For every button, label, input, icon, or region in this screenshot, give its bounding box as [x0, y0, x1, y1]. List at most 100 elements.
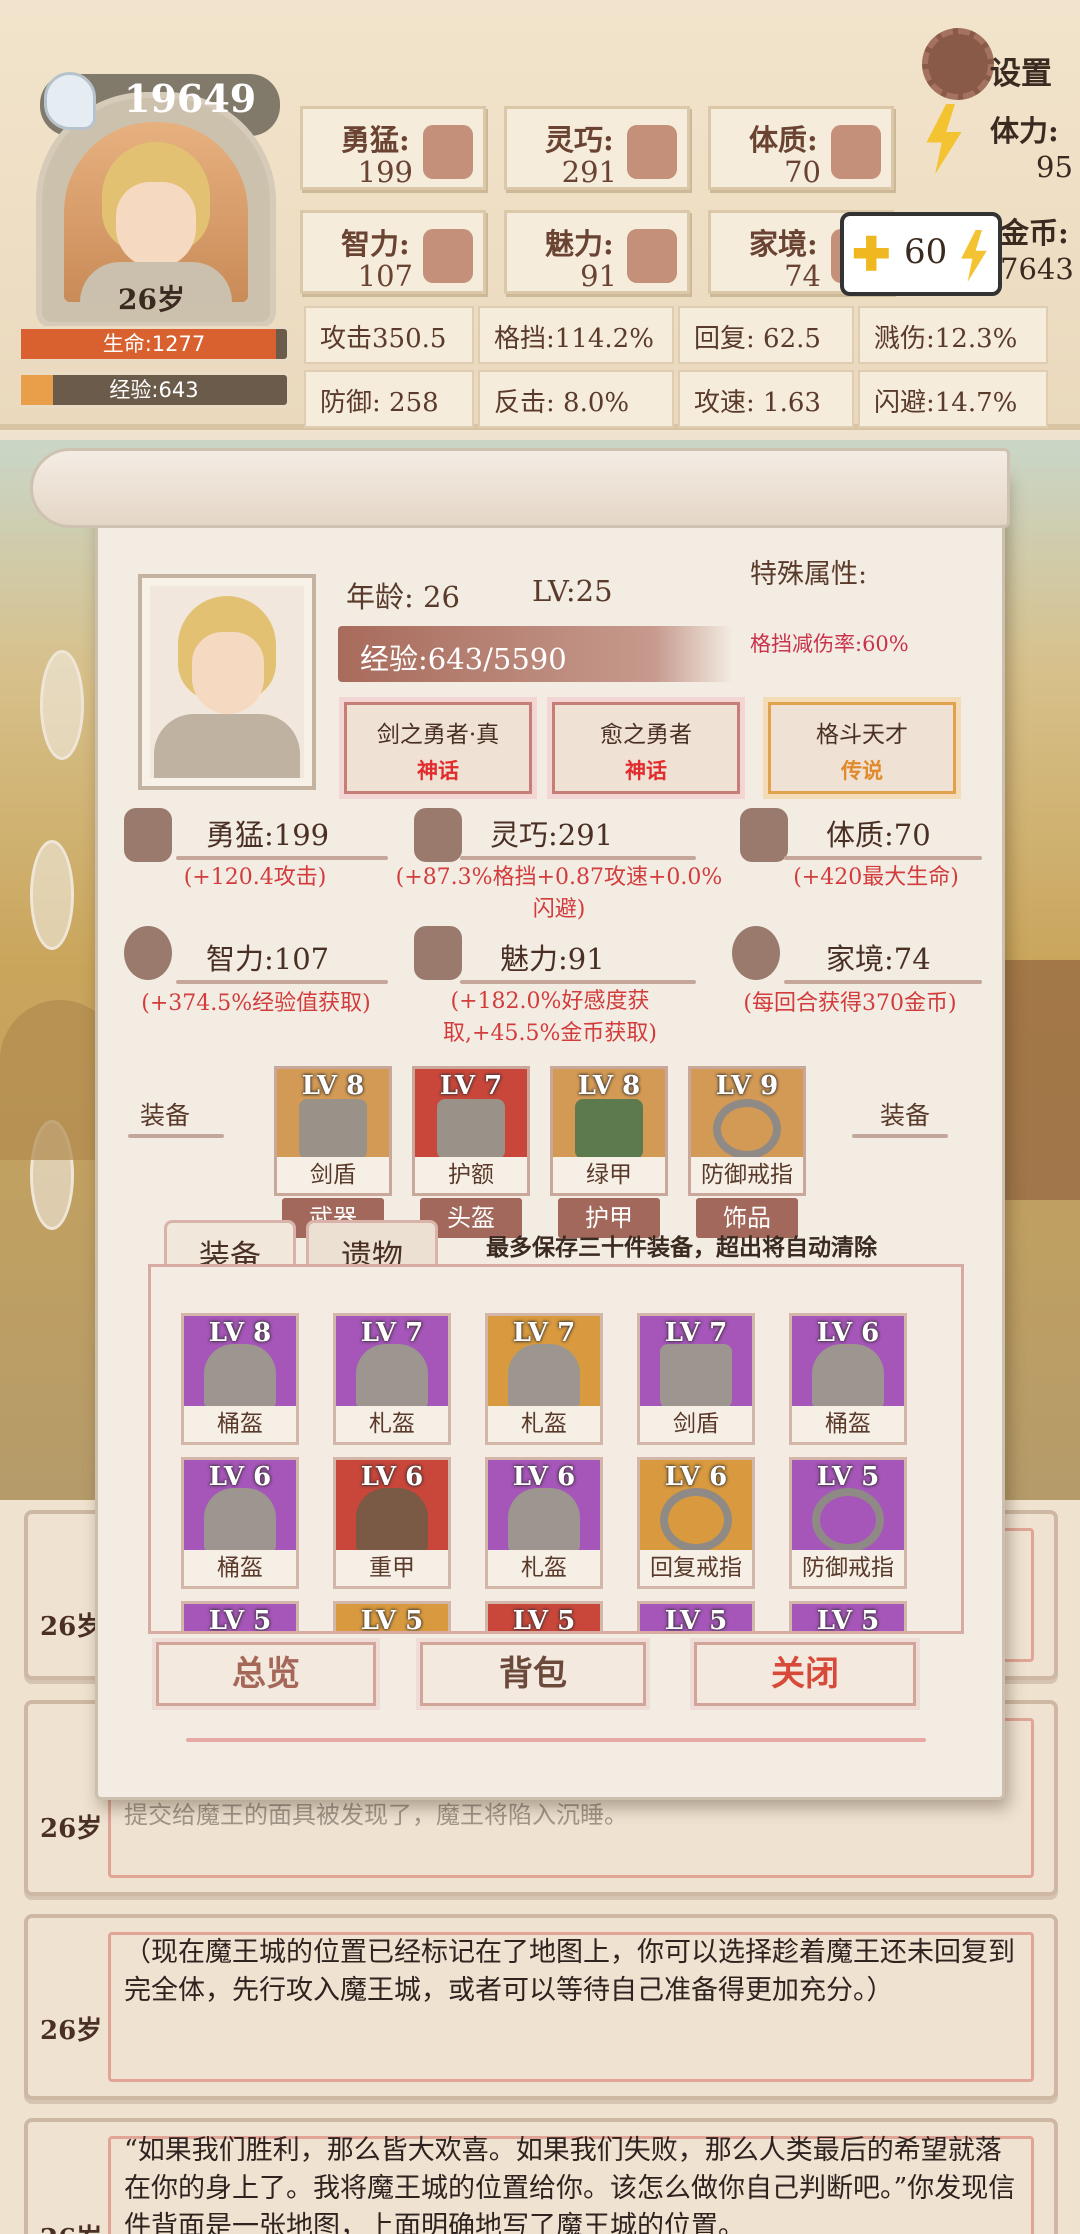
inventory-item[interactable]: LV 7 剑盾	[637, 1313, 755, 1445]
special-value: 格挡减伤率:60%	[750, 632, 909, 656]
exp-text: 经验:643	[109, 378, 199, 402]
stat-box-intelligence[interactable]: 智力: 107	[300, 210, 486, 294]
green-armor-icon	[575, 1099, 643, 1159]
equipped-armor[interactable]: LV 8 绿甲	[550, 1066, 668, 1196]
feather-icon	[40, 650, 84, 760]
sword-shield-icon	[660, 1344, 732, 1408]
log-age: 26岁	[40, 1612, 103, 1642]
log-age: 26岁	[40, 1814, 103, 1844]
stamina-label: 体力:	[990, 114, 1059, 148]
soul-icon	[44, 72, 96, 130]
inventory-item[interactable]: LV 6 重甲	[333, 1457, 451, 1589]
inventory-item[interactable]: LV 5	[485, 1601, 603, 1631]
close-button[interactable]: 关闭	[694, 1642, 916, 1706]
log-text: “如果我们胜利，那么皆大欢喜。如果我们失败，那么人类最后的希望就落在你的身上了。…	[124, 2135, 1016, 2234]
bucket-helm-icon	[204, 1344, 276, 1408]
heavy-armor-icon	[356, 1488, 428, 1552]
combat-splash: 溅伤:12.3%	[858, 306, 1048, 364]
stat-box-charm[interactable]: 魅力: 91	[504, 210, 690, 294]
stat-box-dexterity[interactable]: 灵巧: 291	[504, 106, 690, 190]
ring-icon	[812, 1488, 884, 1552]
attr-dexterity: 灵巧:291	[490, 818, 614, 852]
lotus-icon	[627, 229, 677, 283]
exp-bar: 经验:643	[18, 372, 290, 408]
special-title: 特殊属性:	[750, 559, 868, 590]
lightning-icon	[926, 104, 962, 174]
inventory-item[interactable]: LV 6 札盔	[485, 1457, 603, 1589]
bubble-value: 60	[904, 232, 948, 272]
score-value: 19649	[124, 76, 257, 121]
gold-value: 7643	[1000, 252, 1074, 286]
hp-bar: 生命:1277	[18, 326, 290, 362]
inventory-item[interactable]: LV 5	[637, 1601, 755, 1631]
age-label: 26岁	[118, 283, 185, 316]
cloak-icon	[414, 808, 462, 862]
stamina-value: 95	[1036, 150, 1073, 184]
attr-bravery-bonus: (+120.4攻击)	[183, 865, 327, 890]
combat-attack: 攻击350.5	[304, 306, 474, 364]
arm-icon	[831, 125, 881, 179]
title-card[interactable]: 格斗天才 传说	[768, 702, 956, 794]
equipped-weapon[interactable]: LV 8 剑盾	[274, 1066, 392, 1196]
log-age: 26岁	[40, 2016, 103, 2046]
scale-helm-icon	[356, 1344, 428, 1408]
attr-charm-bonus: (+182.0%好感度获取,+45.5%金币获取)	[443, 989, 657, 1046]
combat-regen: 回复: 62.5	[678, 306, 854, 364]
stamina-add-bubble[interactable]: ✚ 60	[840, 212, 1002, 296]
stat-box-constitution[interactable]: 体质: 70	[708, 106, 894, 190]
lotus-icon	[414, 926, 462, 980]
log-text: （现在魔王城的位置已经标记在了地图上，你可以选择趁着魔王还未回复到完全体，先行攻…	[124, 1937, 1015, 2006]
stat-box-bravery[interactable]: 勇猛: 199	[300, 106, 486, 190]
feather-icon	[30, 840, 74, 950]
attr-dexterity-bonus: (+87.3%格挡+0.87攻速+0.0%闪避)	[395, 865, 723, 922]
scale-helm-icon	[508, 1344, 580, 1408]
equip-side-label: 装备	[140, 1101, 191, 1130]
inventory-item[interactable]: LV 7 札盔	[485, 1313, 603, 1445]
inventory-notice: 最多保存三十件装备，超出将自动清除	[486, 1234, 877, 1261]
inventory-item[interactable]: LV 6 桶盔	[181, 1457, 299, 1589]
sword-shield-icon	[299, 1099, 367, 1159]
attr-constitution: 体质:70	[826, 818, 931, 852]
gold-label: 金币:	[1000, 216, 1069, 250]
brain-icon	[423, 229, 473, 283]
hp-text: 生命:1277	[102, 332, 206, 356]
inventory-item[interactable]: LV 5	[181, 1601, 299, 1631]
age-text: 年龄: 26	[346, 580, 460, 614]
scroll-roll	[30, 448, 1010, 528]
attr-bravery: 勇猛:199	[206, 818, 330, 852]
inventory-item[interactable]: LV 6 桶盔	[789, 1313, 907, 1445]
attr-family: 家境:74	[826, 942, 931, 976]
headband-icon	[437, 1099, 505, 1159]
brain-icon	[124, 926, 172, 980]
inventory-item[interactable]: LV 8 桶盔	[181, 1313, 299, 1445]
gear-icon[interactable]	[922, 28, 994, 100]
attr-family-bonus: (每回合获得370金币)	[743, 991, 957, 1016]
ring-icon	[713, 1099, 781, 1159]
cloak-icon	[627, 125, 677, 179]
lightning-icon	[961, 230, 987, 282]
title-card[interactable]: 剑之勇者·真 神话	[344, 702, 532, 794]
equipped-accessory[interactable]: LV 9 防御戒指	[688, 1066, 806, 1196]
inventory-item[interactable]: LV 5 防御戒指	[789, 1457, 907, 1589]
overview-button[interactable]: 总览	[156, 1642, 376, 1706]
fist-icon	[423, 125, 473, 179]
settings-button[interactable]: 设置	[990, 48, 1052, 93]
inventory-item[interactable]: LV 5	[789, 1601, 907, 1631]
status-header: 19649 26岁 生命:1277 经验:643 勇猛: 199 灵巧: 291…	[0, 0, 1080, 430]
combat-block: 格挡:114.2%	[478, 306, 674, 364]
title-card[interactable]: 愈之勇者 神话	[552, 702, 740, 794]
coin-icon	[732, 926, 780, 980]
character-portrait	[138, 574, 316, 790]
inventory-item[interactable]: LV 6 回复戒指	[637, 1457, 755, 1589]
equip-side-label: 装备	[880, 1101, 931, 1130]
backpack-button[interactable]: 背包	[420, 1642, 646, 1706]
attr-intelligence-bonus: (+374.5%经验值获取)	[141, 991, 371, 1016]
inventory-item[interactable]: LV 7 札盔	[333, 1313, 451, 1445]
bucket-helm-icon	[812, 1344, 884, 1408]
log-entry: 26岁 “如果我们胜利，那么皆大欢喜。如果我们失败，那么人类最后的希望就落在你的…	[24, 2118, 1058, 2234]
level-text: LV:25	[532, 574, 613, 608]
attr-charm: 魅力:91	[500, 942, 605, 976]
inventory-item[interactable]: LV 5	[333, 1601, 451, 1631]
log-age: 26岁	[40, 2218, 102, 2234]
equipped-helmet[interactable]: LV 7 护额	[412, 1066, 530, 1196]
